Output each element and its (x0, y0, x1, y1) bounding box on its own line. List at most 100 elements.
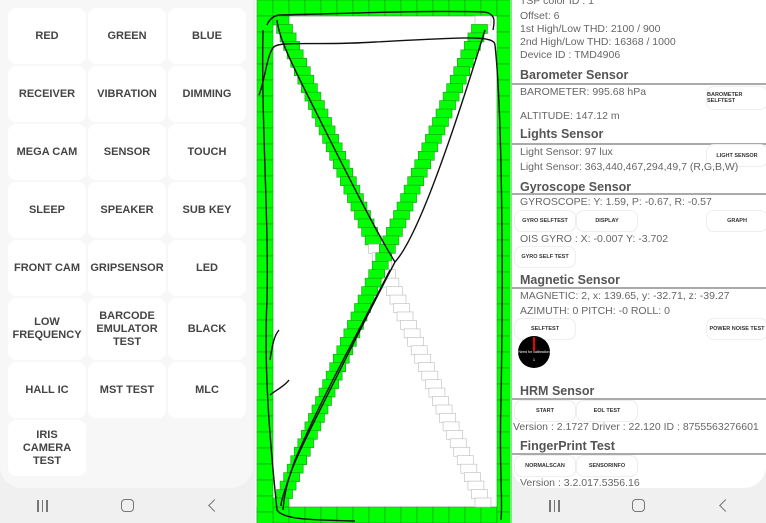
black-test-button[interactable]: BLACK (168, 298, 246, 360)
touch-cell-diagonal-a (417, 362, 435, 373)
hall-ic-test-button[interactable]: HALL IC (8, 362, 86, 418)
touch-cell-right (496, 383, 510, 401)
sensor-test-button[interactable]: SENSOR (88, 124, 166, 180)
sensorinfo-button[interactable]: SENSORINFO (576, 455, 638, 477)
hrm-start-button[interactable]: START (514, 400, 576, 422)
touch-test-panel[interactable] (255, 0, 510, 523)
home-button[interactable] (108, 494, 148, 518)
touch-cell-left (256, 383, 274, 401)
touch-cell-top (448, 0, 466, 17)
sensor-panel: TSP color ID : 1 Offset: 6 1st High/Low … (510, 0, 766, 523)
sensor-card: TSP color ID : 1 Offset: 6 1st High/Low … (512, 0, 766, 488)
mega-cam-test-button[interactable]: MEGA CAM (8, 124, 86, 180)
gyro-graph-button[interactable]: GRAPH (706, 210, 766, 232)
ois-gyro-selftest-button[interactable]: GYRO SELF TEST (514, 246, 576, 268)
mst-test-button[interactable]: MST TEST (88, 362, 166, 418)
tsp-color-id: TSP color ID : 1 (520, 0, 594, 7)
home-button[interactable] (619, 494, 659, 518)
gyroscope-value: GYROSCOPE: Y: 1.59, P: -0.67, R: -0.57 (520, 196, 712, 208)
power-noise-test-button[interactable]: POWER NOISE TEST (706, 318, 766, 340)
touch-cell-right (496, 319, 510, 337)
touch-cell-right (496, 511, 510, 523)
gyroscope-title: Gyroscope Sensor (520, 180, 632, 194)
back-button[interactable] (193, 494, 233, 518)
led-test-button[interactable]: LED (168, 240, 246, 296)
touch-cell-diagonal-a (467, 480, 485, 491)
touch-cell-left (256, 319, 274, 337)
touch-cell-diagonal-b (364, 277, 382, 288)
low-frequency-test-button[interactable]: LOW FREQUENCY (8, 298, 86, 360)
touch-cell-diagonal-a (460, 463, 478, 474)
magnetic-divider (512, 287, 766, 289)
touch-test-canvas[interactable] (255, 0, 510, 523)
home-icon (632, 499, 646, 512)
touch-cell-bottom (416, 506, 434, 523)
gyro-display-button[interactable]: DISPLAY (576, 210, 638, 232)
touch-cell-diagonal-a (456, 455, 474, 466)
touch-cell-left (256, 95, 274, 113)
magnetic-selftest-button[interactable]: SELFTEST (514, 318, 576, 340)
touch-cell-right (496, 255, 510, 273)
proximity-thd2: 2nd High/Low THD: 16368 / 1000 (520, 36, 676, 48)
touch-cell-diagonal-b (474, 15, 492, 26)
touch-cell-diagonal-b (396, 201, 414, 212)
recents-button[interactable] (23, 494, 63, 518)
touch-cell-diagonal-b (382, 235, 400, 246)
receiver-test-button[interactable]: RECEIVER (8, 66, 86, 122)
green-test-button[interactable]: GREEN (88, 8, 166, 64)
touch-cell-diagonal-a (435, 404, 453, 415)
back-button[interactable] (704, 494, 744, 518)
hrm-eol-test-button[interactable]: EOL TEST (576, 400, 638, 422)
proximity-thd1: 1st High/Low THD: 2100 / 900 (520, 23, 661, 35)
barometer-divider (512, 83, 766, 85)
touch-cell-left (256, 415, 274, 433)
touch-cell-diagonal-b (386, 227, 403, 237)
touch-cell-right (496, 495, 510, 513)
touch-cell-diagonal-b (414, 159, 432, 170)
normalscan-button[interactable]: NORMALSCAN (514, 455, 576, 477)
touch-cell-top (368, 0, 386, 17)
blue-test-button[interactable]: BLUE (168, 8, 246, 64)
speaker-test-button[interactable]: SPEAKER (88, 182, 166, 238)
vibration-test-button[interactable]: VIBRATION (88, 66, 166, 122)
dimming-test-button[interactable]: DIMMING (168, 66, 246, 122)
sleep-test-button[interactable]: SLEEP (8, 182, 86, 238)
recents-button[interactable] (534, 494, 574, 518)
touch-trace-stroke (276, 19, 486, 264)
red-test-button[interactable]: RED (8, 8, 86, 64)
touch-cell-diagonal-a (449, 438, 467, 449)
front-cam-test-button[interactable]: FRONT CAM (8, 240, 86, 296)
touch-cell-diagonal-a (272, 15, 290, 26)
hidden-menu-panel: RED GREEN BLUE RECEIVER VIBRATION DIMMIN… (0, 0, 255, 523)
hrm-title: HRM Sensor (520, 384, 595, 398)
touch-cell-right (496, 399, 510, 417)
touch-cell-top (400, 0, 418, 17)
touch-cell-right (496, 447, 510, 465)
touch-cell-right (496, 335, 510, 353)
touch-cell-diagonal-a (414, 353, 432, 364)
gyroscope-divider (512, 193, 766, 195)
touch-cell-diagonal-a (315, 117, 332, 127)
touch-cell-top (256, 0, 274, 17)
touch-cell-diagonal-a (361, 227, 378, 237)
back-icon (719, 499, 733, 512)
barcode-emulator-test-button[interactable]: BARCODE EMULATOR TEST (88, 298, 166, 360)
touch-cell-diagonal-b (403, 184, 421, 195)
touch-cell-diagonal-a (364, 235, 382, 246)
gripsensor-test-button[interactable]: GRIPSENSOR (88, 240, 166, 296)
touch-cell-left (256, 127, 274, 145)
touch-cell-left (256, 495, 274, 513)
touch-cell-diagonal-b (357, 294, 375, 305)
iris-camera-test-button[interactable]: IRIS CAMERA TEST (8, 420, 86, 476)
mlc-test-button[interactable]: MLC (168, 362, 246, 418)
touch-test-button[interactable]: TOUCH (168, 124, 246, 180)
gyro-selftest-button[interactable]: GYRO SELFTEST (514, 210, 576, 232)
touch-cell-right (496, 47, 510, 65)
barometer-selftest-button[interactable]: BAROMETER SELFTEST (706, 86, 766, 110)
touch-cell-diagonal-a (340, 176, 357, 186)
touch-cell-right (496, 415, 510, 433)
touch-cell-diagonal-a (425, 379, 442, 389)
magnetic-title: Magnetic Sensor (520, 273, 621, 287)
sub-key-test-button[interactable]: SUB KEY (168, 182, 246, 238)
touch-cell-diagonal-a (389, 294, 407, 305)
